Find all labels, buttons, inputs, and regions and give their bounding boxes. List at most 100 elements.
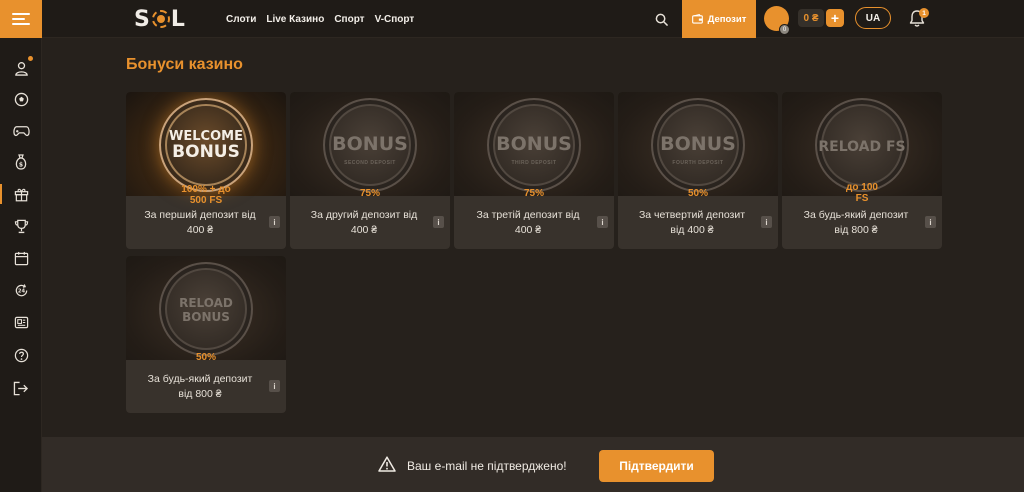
confirm-email-button[interactable]: Підтвердити <box>599 450 714 482</box>
search-button[interactable] <box>652 10 670 28</box>
bonus-description: За перший депозит від <box>144 209 256 221</box>
search-icon <box>655 13 668 26</box>
sidebar-item-tickets[interactable] <box>0 308 42 336</box>
coin-badge: BONUS SECOND DEPOSIT <box>323 98 417 192</box>
coin-badge: RELOAD BONUS <box>159 262 253 356</box>
bonus-value: 50% <box>195 352 216 363</box>
coin-title: BONUS <box>182 310 230 324</box>
coin-title: BONUS <box>496 133 572 155</box>
sidebar-item-support-24[interactable]: 24 <box>0 276 42 304</box>
bonus-description: За третій депозит від <box>476 209 580 221</box>
coin-subtitle: FOURTH DEPOSIT <box>672 160 724 166</box>
clock-24-icon: 24 <box>15 283 27 296</box>
coin-subtitle: SECOND DEPOSIT <box>344 160 396 166</box>
bonus-description: від 800 ₴ <box>834 224 878 236</box>
svg-text:24: 24 <box>17 288 25 294</box>
bonus-card-third-deposit[interactable]: BONUS THIRD DEPOSIT 75% За третій депози… <box>454 92 614 249</box>
bonus-value: 500 FS <box>189 195 223 206</box>
info-icon[interactable]: i <box>433 216 444 228</box>
bonus-description: від 800 ₴ <box>178 388 222 400</box>
sidebar: $ 24 <box>0 38 42 492</box>
nav-slots[interactable]: Слоти <box>226 14 256 25</box>
sidebar-item-bonuses[interactable] <box>0 180 42 208</box>
bonus-value: 50% <box>687 188 708 199</box>
bonus-card-fourth-deposit[interactable]: BONUS FOURTH DEPOSIT 50% За четвертий де… <box>618 92 778 249</box>
bonus-description: За будь-який депозит <box>803 209 909 221</box>
bonus-card-reload-bonus[interactable]: RELOAD BONUS 50% За будь-який депозит ві… <box>126 256 286 413</box>
bonus-card-welcome[interactable]: WELCOME BONUS 100% + до 500 FS За перший… <box>126 92 286 249</box>
top-bar: SL Слоти Live Казино Спорт V-Спорт Депоз… <box>0 0 1024 38</box>
info-icon[interactable]: i <box>761 216 772 228</box>
coin-title: RELOAD <box>179 296 233 310</box>
gamepad-icon <box>12 125 30 136</box>
bonus-value: FS <box>855 193 869 204</box>
info-icon[interactable]: i <box>925 216 936 228</box>
gift-icon <box>14 188 28 201</box>
email-warning-message: Ваш e-mail не підтверджено! <box>407 459 567 473</box>
nav-v-sport[interactable]: V-Спорт <box>375 14 415 25</box>
bonus-description: 400 ₴ <box>186 224 214 236</box>
bonus-card-second-deposit[interactable]: BONUS SECOND DEPOSIT 75% За другий депоз… <box>290 92 450 249</box>
bonus-description: За будь-який депозит <box>147 373 253 385</box>
notification-count-badge: 1 <box>919 8 929 18</box>
bonus-card-reload-fs[interactable]: RELOAD FS до 100 FS За будь-який депозит… <box>782 92 942 249</box>
coin-badge: BONUS FOURTH DEPOSIT <box>651 98 745 192</box>
sidebar-item-sport[interactable] <box>0 85 42 113</box>
bonus-art: WELCOME BONUS <box>126 92 286 196</box>
sidebar-item-tournaments[interactable] <box>0 212 42 240</box>
coin-badge: WELCOME BONUS <box>159 98 253 192</box>
main-nav: Слоти Live Казино Спорт V-Спорт <box>226 0 414 38</box>
wallet-icon <box>691 14 703 24</box>
warning-icon <box>378 456 396 472</box>
coin-badge: BONUS THIRD DEPOSIT <box>487 98 581 192</box>
bonus-value: 75% <box>359 188 380 199</box>
sidebar-item-calendar[interactable] <box>0 244 42 272</box>
money-bag-icon: $ <box>15 154 27 170</box>
bonus-description: 400 ₴ <box>514 224 542 236</box>
logout-icon <box>13 381 29 395</box>
add-funds-button[interactable]: + <box>826 9 844 27</box>
sidebar-item-games[interactable] <box>0 117 42 145</box>
coin-title: RELOAD FS <box>818 139 906 155</box>
language-selector[interactable]: UA <box>855 7 891 29</box>
bonus-description: від 400 ₴ <box>670 224 714 236</box>
sport-ball-icon <box>14 92 28 106</box>
bonus-description: 400 ₴ <box>350 224 378 236</box>
logo[interactable]: SL <box>134 6 186 32</box>
bonus-description: За другий депозит від <box>310 209 418 221</box>
coin-badge: RELOAD FS <box>815 98 909 192</box>
bonus-value: до 100 <box>846 182 878 193</box>
deposit-label: Депозит <box>707 13 747 25</box>
nav-live-casino[interactable]: Live Казино <box>266 14 324 25</box>
sun-icon <box>151 10 170 28</box>
info-icon[interactable]: i <box>269 216 280 228</box>
page-title: Бонуси казино <box>126 56 243 73</box>
profile-alert-dot <box>28 56 33 61</box>
profile-icon <box>14 61 28 76</box>
sidebar-item-money[interactable]: $ <box>0 148 42 176</box>
deposit-button[interactable]: Депозит <box>682 0 756 38</box>
coin-subtitle: THIRD DEPOSIT <box>511 160 557 166</box>
bonus-value: 100% + до <box>181 184 231 195</box>
hamburger-icon <box>12 13 30 25</box>
calendar-icon <box>14 251 28 265</box>
nav-sport[interactable]: Спорт <box>334 14 364 25</box>
bonus-art: BONUS SECOND DEPOSIT <box>290 92 450 196</box>
coin-title: BONUS <box>172 142 240 162</box>
trophy-icon <box>14 219 28 233</box>
sidebar-item-profile[interactable] <box>0 54 42 82</box>
sidebar-item-logout[interactable] <box>0 374 42 402</box>
sidebar-item-help[interactable] <box>0 341 42 369</box>
info-icon[interactable]: i <box>269 380 280 392</box>
bonus-art: BONUS FOURTH DEPOSIT <box>618 92 778 196</box>
bonus-art: RELOAD BONUS <box>126 256 286 360</box>
coin-title: BONUS <box>660 133 736 155</box>
balance-display[interactable]: 0 ₴ <box>798 9 824 27</box>
bonus-description: За четвертий депозит <box>638 209 746 221</box>
help-icon <box>14 348 28 362</box>
svg-text:$: $ <box>19 162 23 169</box>
menu-button[interactable] <box>0 0 42 38</box>
info-icon[interactable]: i <box>597 216 608 228</box>
avatar-level-badge: 0 <box>779 24 790 35</box>
ticket-icon <box>14 316 28 328</box>
